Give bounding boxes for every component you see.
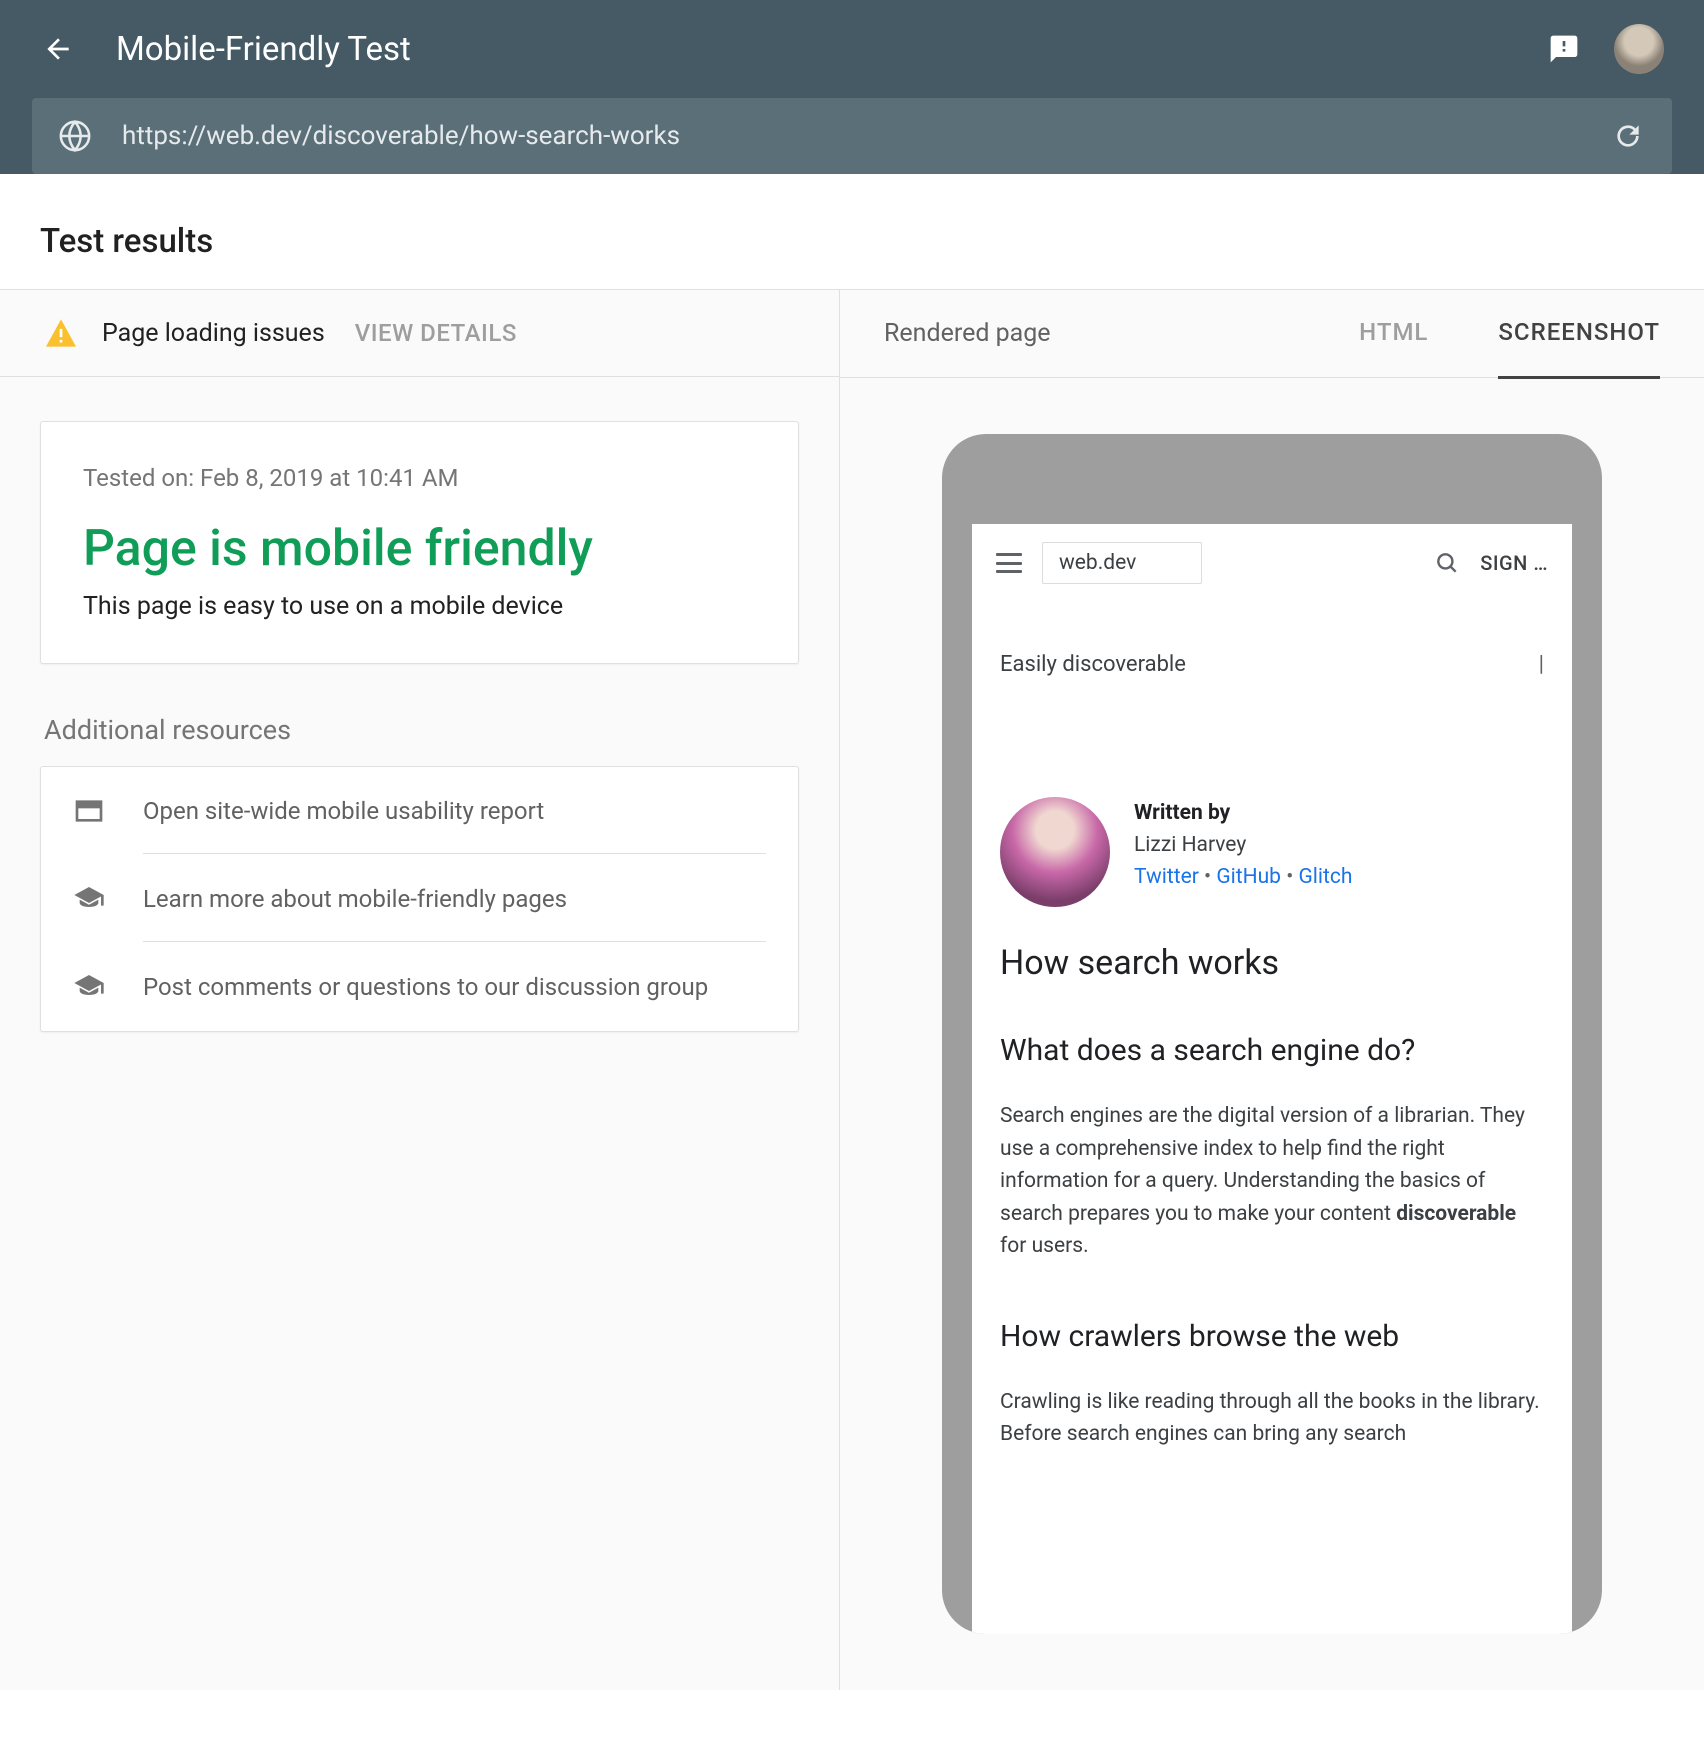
app-title: Mobile-Friendly Test (116, 30, 1546, 69)
search-icon (1434, 550, 1460, 576)
preview-paragraph-2: Crawling is like reading through all the… (1000, 1386, 1544, 1451)
preview-site: web.dev (1042, 542, 1202, 584)
arrow-left-icon (42, 33, 74, 65)
link-twitter: Twitter (1134, 865, 1199, 889)
page-loading-issues: Page loading issues VIEW DETAILS (0, 290, 839, 377)
school-icon (73, 971, 105, 1003)
issues-label: Page loading issues (102, 319, 325, 348)
tested-on: Tested on: Feb 8, 2019 at 10:41 AM (83, 464, 756, 492)
right-panel: Rendered page HTML SCREENSHOT web.dev SI… (840, 290, 1704, 1690)
url-input[interactable]: https://web.dev/discoverable/how-search-… (122, 121, 1580, 151)
refresh-icon (1612, 120, 1644, 152)
tab-screenshot[interactable]: SCREENSHOT (1498, 318, 1660, 379)
phone-mockup: web.dev SIGN … Easily discoverable | Wri… (942, 434, 1602, 1634)
rendered-page-label: Rendered page (884, 319, 1359, 348)
author-links: Twitter • GitHub • Glitch (1134, 865, 1352, 889)
view-details-button[interactable]: VIEW DETAILS (355, 319, 517, 347)
feedback-icon (1548, 33, 1580, 65)
verdict-heading: Page is mobile friendly (83, 520, 756, 578)
resource-label: Open site-wide mobile usability report (143, 797, 544, 825)
link-github: GitHub (1216, 865, 1281, 889)
feedback-button[interactable] (1546, 31, 1582, 67)
preview-h2-b: How crawlers browse the web (1000, 1319, 1544, 1354)
refresh-button[interactable] (1610, 118, 1646, 154)
results-title: Test results (40, 222, 1664, 261)
resource-label: Learn more about mobile-friendly pages (143, 885, 567, 913)
resources-title: Additional resources (44, 714, 795, 746)
main-content: Page loading issues VIEW DETAILS Tested … (0, 290, 1704, 1690)
resource-discussion-group[interactable]: Post comments or questions to our discus… (41, 943, 798, 1031)
url-bar: https://web.dev/discoverable/how-search-… (32, 98, 1672, 174)
author-name: Lizzi Harvey (1134, 833, 1352, 857)
breadcrumb-text: Easily discoverable (1000, 652, 1186, 677)
link-glitch: Glitch (1299, 865, 1353, 889)
preview-h2-a: What does a search engine do? (1000, 1033, 1544, 1068)
verdict-card: Tested on: Feb 8, 2019 at 10:41 AM Page … (40, 421, 799, 664)
preview-body: Easily discoverable | Written by Lizzi H… (972, 602, 1572, 1451)
header-top: Mobile-Friendly Test (0, 0, 1704, 98)
preview-author: Written by Lizzi Harvey Twitter • GitHub… (1000, 797, 1544, 907)
resource-label: Post comments or questions to our discus… (143, 973, 708, 1001)
globe-icon (58, 119, 92, 153)
author-avatar (1000, 797, 1110, 907)
phone-screen: web.dev SIGN … Easily discoverable | Wri… (972, 524, 1572, 1634)
right-header: Rendered page HTML SCREENSHOT (840, 290, 1704, 378)
preview-paragraph-1: Search engines are the digital version o… (1000, 1100, 1544, 1263)
results-bar: Test results (0, 194, 1704, 290)
preview-h1: How search works (1000, 943, 1544, 983)
author-meta: Written by Lizzi Harvey Twitter • GitHub… (1134, 797, 1352, 907)
verdict-subtitle: This page is easy to use on a mobile dev… (83, 592, 756, 621)
resource-learn-more[interactable]: Learn more about mobile-friendly pages (41, 855, 798, 943)
webpage-icon (73, 795, 105, 827)
hamburger-icon (996, 553, 1022, 573)
warning-icon (44, 318, 78, 348)
back-button[interactable] (40, 31, 76, 67)
tab-html[interactable]: HTML (1359, 318, 1428, 379)
left-panel: Page loading issues VIEW DETAILS Tested … (0, 290, 840, 1690)
resource-mobile-usability-report[interactable]: Open site-wide mobile usability report (41, 767, 798, 855)
tabs: HTML SCREENSHOT (1359, 318, 1660, 349)
user-avatar[interactable] (1614, 24, 1664, 74)
written-by-label: Written by (1134, 801, 1352, 825)
preview-header: web.dev SIGN … (972, 524, 1572, 602)
school-icon (73, 883, 105, 915)
breadcrumb-separator: | (1539, 652, 1544, 677)
app-header: Mobile-Friendly Test https://web.dev/dis… (0, 0, 1704, 174)
resources-card: Open site-wide mobile usability report L… (40, 766, 799, 1032)
preview-breadcrumb: Easily discoverable | (1000, 652, 1544, 677)
header-actions (1546, 24, 1664, 74)
preview-signin: SIGN … (1480, 551, 1548, 575)
